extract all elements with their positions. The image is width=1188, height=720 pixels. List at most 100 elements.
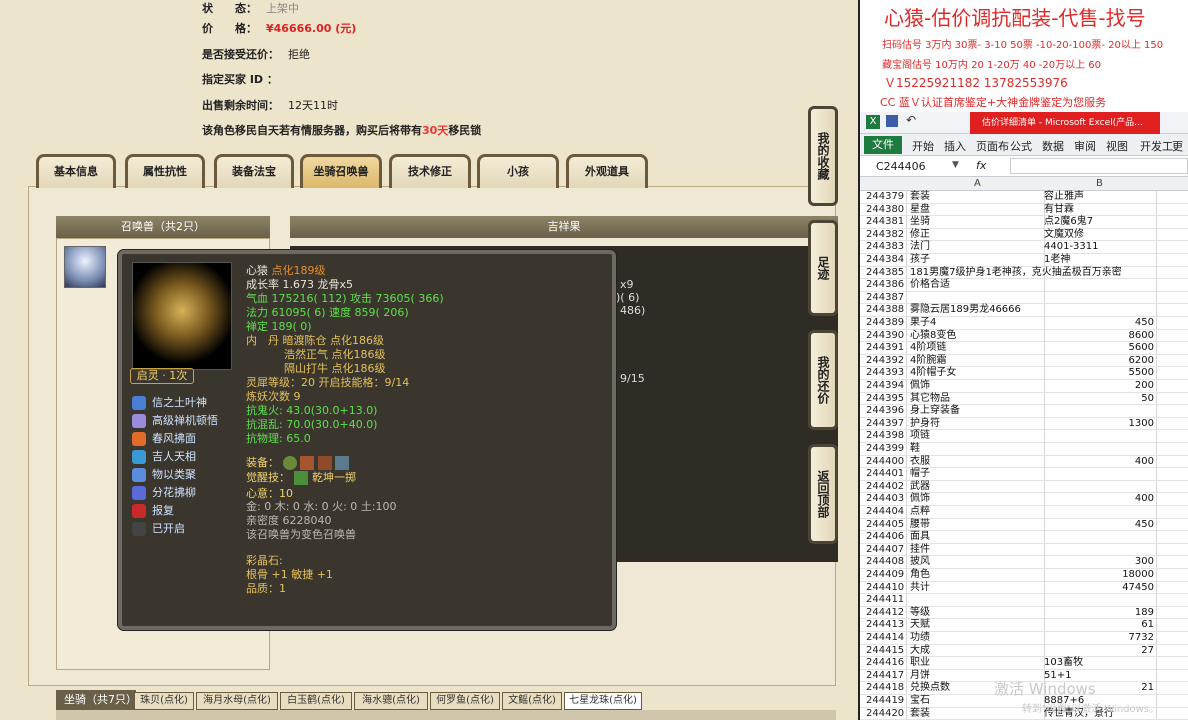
sheet-row[interactable]: 244385 181男魔7级护身1老神孩，克火抽孟极百万亲密 bbox=[860, 267, 1188, 280]
skill-item[interactable]: 春风拂面 bbox=[132, 430, 196, 447]
sheet-row[interactable]: 244402 武器 bbox=[860, 481, 1188, 494]
cell[interactable]: 披风 bbox=[910, 556, 1044, 569]
my-counter-offer-button[interactable]: 我的还价 bbox=[808, 330, 838, 430]
tab-attributes[interactable]: 属性抗性 bbox=[125, 154, 205, 188]
sheet-row[interactable]: 244414 功绩 7732 bbox=[860, 632, 1188, 645]
equip-icon[interactable] bbox=[317, 456, 332, 470]
cell[interactable]: 5600 bbox=[1044, 342, 1154, 355]
tab-appearance[interactable]: 外观道具 bbox=[566, 154, 648, 188]
cell[interactable]: 等级 bbox=[910, 607, 1044, 620]
cell[interactable]: 4阶帽子女 bbox=[910, 367, 1044, 380]
sheet-row[interactable]: 244409 角色 18000 bbox=[860, 569, 1188, 582]
ribbon-tab[interactable]: 数据 bbox=[1042, 138, 1064, 154]
mount-tab[interactable]: 文鳐(点化) bbox=[502, 692, 562, 710]
skill-item[interactable]: 分花拂柳 bbox=[132, 484, 196, 501]
sheet-row[interactable]: 244389 果子4 450 bbox=[860, 317, 1188, 330]
save-icon[interactable] bbox=[886, 115, 898, 127]
sheet-row[interactable]: 244382 修正 文魔双修 bbox=[860, 229, 1188, 242]
cell[interactable]: 护身符 bbox=[910, 418, 1044, 431]
tab-mount-summon[interactable]: 坐骑召唤兽 bbox=[300, 154, 382, 188]
skill-item[interactable]: 吉人天相 bbox=[132, 448, 196, 465]
ribbon-tab[interactable]: 审阅 bbox=[1074, 138, 1096, 154]
cell[interactable]: 200 bbox=[1044, 380, 1154, 393]
cell[interactable]: 功绩 bbox=[910, 632, 1044, 645]
sheet-row[interactable]: 244411 bbox=[860, 594, 1188, 607]
ribbon-tab[interactable]: 开始 bbox=[912, 138, 934, 154]
ribbon-tab[interactable]: 公式 bbox=[1010, 138, 1032, 154]
cell[interactable]: 文魔双修 bbox=[1044, 229, 1154, 242]
cell[interactable]: 61 bbox=[1044, 619, 1154, 632]
cell[interactable]: 衣服 bbox=[910, 456, 1044, 469]
cell[interactable]: 4401-3311 bbox=[1044, 241, 1154, 254]
sheet-row[interactable]: 244380 星盘 有甘霖 bbox=[860, 204, 1188, 217]
sheet-row[interactable]: 244410 共计 47450 bbox=[860, 582, 1188, 595]
cell[interactable]: 挂件 bbox=[910, 544, 1044, 557]
mount-tab[interactable]: 海水骢(点化) bbox=[354, 692, 428, 710]
sheet-row[interactable]: 244390 心猿8变色 8600 bbox=[860, 330, 1188, 343]
sheet-row[interactable]: 244413 天赋 61 bbox=[860, 619, 1188, 632]
cell[interactable]: 心猿8变色 bbox=[910, 330, 1044, 343]
cell[interactable]: 1300 bbox=[1044, 418, 1154, 431]
ribbon-tab[interactable]: 开发工 bbox=[1140, 138, 1173, 154]
cell[interactable]: 坐骑 bbox=[910, 216, 1044, 229]
summon-avatar[interactable] bbox=[64, 246, 106, 288]
cell[interactable]: 400 bbox=[1044, 493, 1154, 506]
back-to-top-button[interactable]: 返回顶部 bbox=[808, 444, 838, 544]
tab-equipment[interactable]: 装备法宝 bbox=[214, 154, 294, 188]
sheet-row[interactable]: 244398 项链 bbox=[860, 430, 1188, 443]
mount-tab[interactable]: 白玉鹤(点化) bbox=[280, 692, 352, 710]
footprint-button[interactable]: 足迹 bbox=[808, 220, 838, 316]
cell[interactable]: 星盘 bbox=[910, 204, 1044, 217]
cell[interactable]: 189 bbox=[1044, 607, 1154, 620]
formula-input[interactable] bbox=[1010, 158, 1188, 174]
undo-icon[interactable]: ↶ bbox=[906, 113, 916, 127]
cell[interactable]: 4阶项链 bbox=[910, 342, 1044, 355]
dropdown-icon[interactable]: ▼ bbox=[952, 160, 959, 170]
cell[interactable]: 职业 bbox=[910, 657, 1044, 670]
ribbon-tab[interactable]: 文件 bbox=[864, 136, 902, 154]
cell[interactable]: 帽子 bbox=[910, 468, 1044, 481]
skill-item[interactable]: 报复 bbox=[132, 502, 174, 519]
cell[interactable]: 27 bbox=[1044, 645, 1154, 658]
cell[interactable]: 孩子 bbox=[910, 254, 1044, 267]
sheet-row[interactable]: 244415 大成 27 bbox=[860, 645, 1188, 658]
cell[interactable]: 修正 bbox=[910, 229, 1044, 242]
sheet-row[interactable]: 244379 套装 容止雅声 bbox=[860, 191, 1188, 204]
col-b-header[interactable]: B bbox=[1096, 178, 1103, 189]
tab-child[interactable]: 小孩 bbox=[477, 154, 559, 188]
cell[interactable]: 50 bbox=[1044, 393, 1154, 406]
cell[interactable]: 法门 bbox=[910, 241, 1044, 254]
sheet-row[interactable]: 244404 点粹 bbox=[860, 506, 1188, 519]
cell[interactable]: 7732 bbox=[1044, 632, 1154, 645]
cell[interactable]: 果子4 bbox=[910, 317, 1044, 330]
cell[interactable]: 角色 bbox=[910, 569, 1044, 582]
cell[interactable]: 佩饰 bbox=[910, 493, 1044, 506]
sheet-row[interactable]: 244399 鞋 bbox=[860, 443, 1188, 456]
tab-basic[interactable]: 基本信息 bbox=[36, 154, 116, 188]
cell[interactable]: 300 bbox=[1044, 556, 1154, 569]
sheet-row[interactable]: 244386 价格合适 bbox=[860, 279, 1188, 292]
cell[interactable]: 价格合适 bbox=[910, 279, 1044, 292]
cell[interactable]: 身上穿装备 bbox=[910, 405, 1044, 418]
cell[interactable]: 鞋 bbox=[910, 443, 1044, 456]
cell[interactable]: 雾隐云居189男龙46666 bbox=[910, 304, 1044, 317]
sheet-row[interactable]: 244393 4阶帽子女 5500 bbox=[860, 367, 1188, 380]
equip-icon[interactable] bbox=[335, 456, 349, 470]
cell[interactable]: 天赋 bbox=[910, 619, 1044, 632]
mount-tab[interactable]: 珠贝(点化) bbox=[134, 692, 194, 710]
mount-tab[interactable]: 何罗鱼(点化) bbox=[430, 692, 500, 710]
skill-item[interactable]: 高级禅机顿悟 bbox=[132, 412, 218, 429]
cell[interactable]: 400 bbox=[1044, 456, 1154, 469]
ribbon-tab[interactable]: 视图 bbox=[1106, 138, 1128, 154]
sheet-row[interactable]: 244384 孩子 1老神 bbox=[860, 254, 1188, 267]
cell[interactable]: 5500 bbox=[1044, 367, 1154, 380]
cell[interactable]: 共计 bbox=[910, 582, 1044, 595]
sheet-row[interactable]: 244408 披风 300 bbox=[860, 556, 1188, 569]
cell[interactable]: 其它物品 bbox=[910, 393, 1044, 406]
skill-item[interactable]: 物以类聚 bbox=[132, 466, 196, 483]
cell[interactable]: 大成 bbox=[910, 645, 1044, 658]
cell[interactable]: 450 bbox=[1044, 317, 1154, 330]
cell[interactable]: 点2魔6鬼7 bbox=[1044, 216, 1154, 229]
sheet-row[interactable]: 244394 佩饰 200 bbox=[860, 380, 1188, 393]
ribbon-tab[interactable]: 插入 bbox=[944, 138, 966, 154]
